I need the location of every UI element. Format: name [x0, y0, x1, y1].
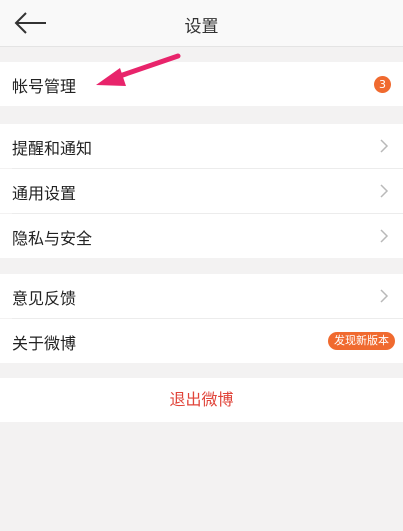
- header-bar: 设置: [0, 0, 403, 47]
- general-settings-row[interactable]: 通用设置: [0, 169, 403, 213]
- page-title: 设置: [184, 17, 219, 37]
- about-weibo-label: 关于微博: [12, 334, 77, 353]
- chevron-right-icon: [380, 229, 389, 243]
- notifications-row[interactable]: 提醒和通知: [0, 124, 403, 168]
- privacy-security-row[interactable]: 隐私与安全: [0, 214, 403, 258]
- new-version-badge: 发现新版本: [328, 332, 395, 350]
- chevron-right-icon: [380, 139, 389, 153]
- privacy-security-label: 隐私与安全: [12, 229, 93, 248]
- chevron-right-icon: [380, 184, 389, 198]
- feedback-label: 意见反馈: [12, 289, 77, 308]
- chevron-right-icon: [380, 289, 389, 303]
- logout-button[interactable]: 退出微博: [0, 378, 403, 422]
- notification-count-badge: 3: [374, 76, 391, 93]
- general-settings-label: 通用设置: [12, 184, 77, 203]
- feedback-row[interactable]: 意见反馈: [0, 274, 403, 318]
- account-management-label: 帐号管理: [12, 77, 77, 96]
- about-weibo-row[interactable]: 关于微博 发现新版本: [0, 319, 403, 363]
- account-management-row[interactable]: 帐号管理 3: [0, 62, 403, 106]
- notifications-label: 提醒和通知: [12, 139, 93, 158]
